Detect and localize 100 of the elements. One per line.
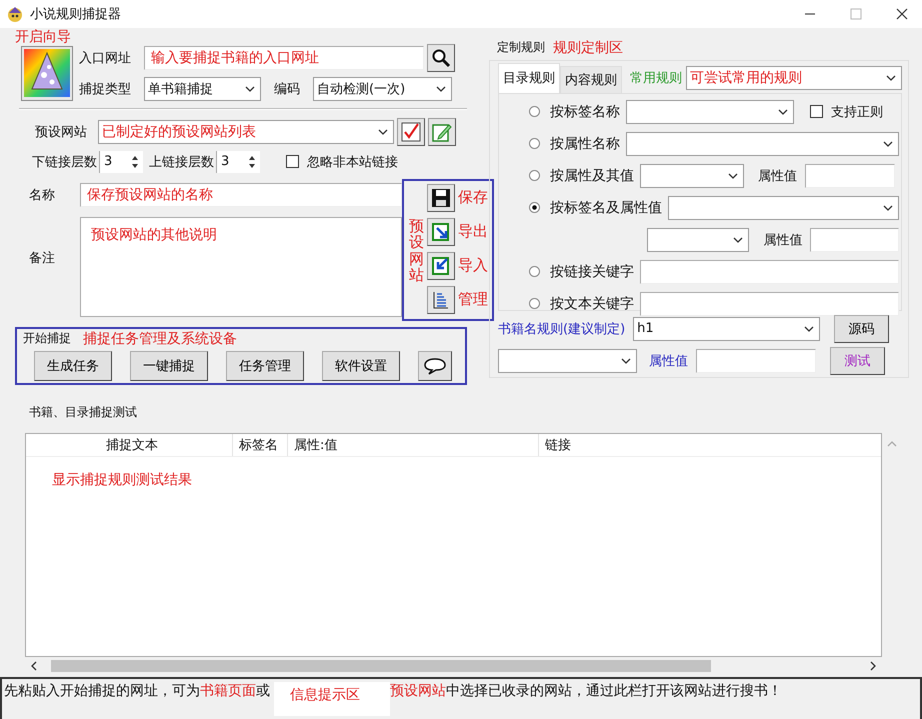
column-header[interactable]: 捕捉文本 xyxy=(26,434,233,456)
wizard-hat-icon xyxy=(24,49,70,98)
action-button[interactable]: 生成任务 xyxy=(34,350,112,381)
radio-button[interactable] xyxy=(529,266,540,278)
status-message: 预设网站中选择已收录的网站，通过此栏打开该网站进行搜书！ xyxy=(390,682,782,700)
field-label: 名称 xyxy=(28,186,56,204)
checkbox-label: 支持正则 xyxy=(831,104,883,121)
field-label: 常用规则 xyxy=(630,70,682,87)
attribute-dropdown[interactable] xyxy=(626,132,899,156)
import-icon xyxy=(431,256,451,276)
app-icon xyxy=(6,4,24,23)
encoding-dropdown[interactable]: 自动检测(一次) xyxy=(313,76,452,101)
chevron-down-icon xyxy=(728,172,738,179)
floppy-icon xyxy=(431,188,451,208)
notes-field[interactable]: 预设网站的其他说明 xyxy=(80,216,402,317)
group-title: 定制规则 xyxy=(497,39,545,56)
tag-dropdown[interactable] xyxy=(626,100,794,124)
option-label: 按链接关键字 xyxy=(550,262,634,281)
field-label: 属性值 xyxy=(763,232,802,249)
attribute-dropdown[interactable] xyxy=(640,164,744,188)
field-label: 上链接层数 xyxy=(149,154,214,171)
annotation-label: 预设网站 xyxy=(409,218,424,286)
annotation-label: 捕捉任务管理及系统设备 xyxy=(83,330,237,348)
common-rules-dropdown[interactable]: 可尝试常用的规则 xyxy=(686,66,902,90)
annotation-label: 保存 xyxy=(458,188,488,208)
field-label: 入口网址 xyxy=(79,50,132,67)
chevron-down-icon xyxy=(621,358,631,364)
column-header[interactable]: 链接 xyxy=(539,434,881,456)
search-icon xyxy=(431,48,451,68)
attribute-value-field[interactable] xyxy=(696,348,816,373)
action-button[interactable]: 任务管理 xyxy=(226,350,304,381)
import-button[interactable] xyxy=(427,252,455,280)
feedback-button[interactable] xyxy=(418,350,452,381)
capture-type-dropdown[interactable]: 单书籍捕捉 xyxy=(144,76,261,101)
checkmark-icon xyxy=(401,122,421,142)
option-label: 按标签名称 xyxy=(550,102,620,121)
manage-button[interactable] xyxy=(427,286,455,314)
keyword-field[interactable] xyxy=(640,260,899,284)
action-button[interactable]: 软件设置 xyxy=(322,350,400,381)
save-button[interactable] xyxy=(427,184,455,212)
preset-site-dropdown[interactable]: 已制定好的预设网站列表 xyxy=(98,120,394,144)
tab[interactable]: 内容规则 xyxy=(560,66,622,93)
attribute-value-field[interactable] xyxy=(805,164,895,188)
spinner-arrows-icon xyxy=(131,154,139,170)
number-spinner[interactable]: 3 xyxy=(216,150,260,173)
book-name-rule-dropdown[interactable]: h1 xyxy=(633,316,820,341)
chevron-down-icon xyxy=(883,204,893,211)
field-label: 预设网站 xyxy=(35,124,88,141)
attribute-dropdown[interactable] xyxy=(647,228,750,252)
chevron-down-icon xyxy=(883,140,893,147)
speech-bubble-icon xyxy=(423,356,447,375)
chevron-down-icon xyxy=(804,326,814,332)
export-icon xyxy=(431,222,451,242)
maximize-icon xyxy=(850,8,862,20)
chevron-down-icon xyxy=(733,236,744,243)
scroll-left-icon xyxy=(31,660,37,671)
edit-button[interactable] xyxy=(428,118,456,146)
scroll-up-icon xyxy=(887,441,897,447)
group-title: 书籍、目录捕捉测试 xyxy=(28,404,138,421)
annotation-label: 导入 xyxy=(458,256,488,276)
radio-button[interactable] xyxy=(529,170,540,182)
action-button[interactable]: 一键捕捉 xyxy=(130,350,208,381)
window-title: 小说规则捕捉器 xyxy=(30,6,121,23)
annotation-label: 显示捕捉规则测试结果 xyxy=(52,471,192,489)
keyword-field[interactable] xyxy=(640,292,899,316)
field-label: 属性值 xyxy=(649,352,688,370)
spinner-arrows-icon xyxy=(248,154,256,170)
annotation-label: 开启向导 xyxy=(15,28,72,46)
checkbox[interactable] xyxy=(286,155,299,168)
radio-button[interactable] xyxy=(529,138,540,150)
group-title: 开始捕捉 xyxy=(23,330,71,348)
column-header[interactable]: 标签名 xyxy=(233,434,288,456)
field-label: 捕捉类型 xyxy=(79,80,132,98)
search-button[interactable] xyxy=(427,44,455,72)
url-field[interactable]: 输入要捕捉书籍的入口网址 xyxy=(144,46,424,70)
field-label: 备注 xyxy=(28,250,56,267)
test-button[interactable]: 测试 xyxy=(830,346,885,375)
tab[interactable]: 目录规则 xyxy=(498,62,560,93)
list-icon xyxy=(431,290,451,310)
annotation-label: 导出 xyxy=(458,222,488,242)
pencil-icon xyxy=(432,122,452,142)
annotation-label: 信息提示区 xyxy=(274,682,390,716)
attribute-value-field[interactable] xyxy=(810,228,899,252)
radio-button[interactable] xyxy=(529,106,540,118)
number-spinner[interactable]: 3 xyxy=(99,150,143,173)
tag-dropdown[interactable] xyxy=(498,348,637,373)
source-button[interactable]: 源码 xyxy=(834,314,890,343)
option-label: 按属性名称 xyxy=(550,134,620,153)
name-field[interactable]: 保存预设网站的名称 xyxy=(80,182,402,207)
confirm-button[interactable] xyxy=(397,118,425,146)
close-icon xyxy=(896,8,908,20)
radio-button[interactable] xyxy=(529,298,540,310)
wizard-button[interactable] xyxy=(21,46,73,101)
column-header[interactable]: 属性:值 xyxy=(288,434,539,456)
checkbox[interactable] xyxy=(810,105,823,118)
attribute-dropdown[interactable] xyxy=(668,196,899,220)
scroll-thumb[interactable] xyxy=(51,660,711,672)
chevron-down-icon xyxy=(886,74,896,81)
export-button[interactable] xyxy=(427,218,455,246)
radio-button[interactable] xyxy=(529,202,540,214)
